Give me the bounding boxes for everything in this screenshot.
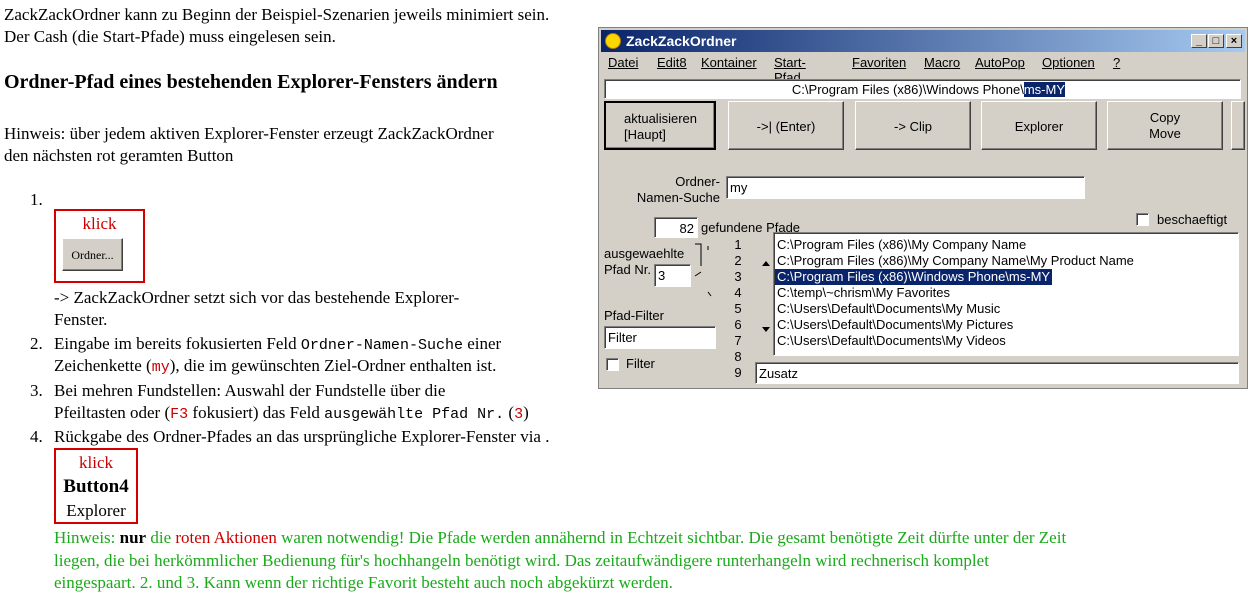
step2-text-1: Eingabe im bereits fokusierten Feld Ordn…: [54, 334, 502, 354]
minimize-icon[interactable]: _: [1191, 34, 1207, 48]
scroll-down-icon[interactable]: [762, 327, 770, 332]
step1-text-1: -> ZackZackOrdner setzt sich vor das bes…: [54, 288, 460, 307]
found-count-field: 82: [654, 217, 698, 238]
current-path-field[interactable]: C:\Program Files (x86)\Windows Phone\ms-…: [604, 79, 1241, 99]
list-scroll-strip[interactable]: [758, 234, 773, 358]
klick-label: klick: [79, 453, 113, 472]
path-list-item[interactable]: C:\temp\~chrism\My Favorites: [777, 285, 950, 301]
menu-item[interactable]: Macro: [924, 55, 960, 70]
path-list-item[interactable]: C:\Users\Default\Documents\My Music: [777, 301, 1000, 317]
row-number: 8: [734, 349, 742, 364]
final-hint-2: liegen, die bei herkömmlicher Bedienung …: [54, 551, 989, 570]
extra-button[interactable]: [1231, 101, 1245, 150]
path-filter-label: Pfad-Filter: [604, 308, 664, 323]
copy-move-button[interactable]: Copy Move: [1107, 101, 1223, 150]
selected-path-number-input[interactable]: 3: [654, 264, 691, 287]
scroll-up-icon[interactable]: [762, 261, 770, 266]
menu-item[interactable]: AutoPop: [975, 55, 1025, 70]
row-number: 5: [734, 301, 742, 316]
ordner-action-box: klick Ordner...: [54, 209, 145, 283]
path-list-item[interactable]: C:\Program Files (x86)\My Company Name: [777, 237, 1026, 253]
step1-text-2: Fenster.: [54, 310, 108, 329]
list-number-3: 3.: [30, 381, 43, 400]
explorer-action-box[interactable]: klick Button4 Explorer: [54, 448, 138, 524]
connector-lines-icon: [694, 243, 712, 297]
menu-item[interactable]: Edit8: [657, 55, 687, 70]
filter-checkbox[interactable]: [606, 358, 619, 371]
step3-text-1: Bei mehren Fundstellen: Auswahl der Fund…: [54, 381, 446, 400]
path-list-item[interactable]: C:\Users\Default\Documents\My Videos: [777, 333, 1006, 349]
filter-checkbox-label: Filter: [626, 356, 655, 371]
hint-line-1: Hinweis: über jedem aktiven Explorer-Fen…: [4, 124, 494, 143]
enter-button[interactable]: ->| (Enter): [728, 101, 844, 150]
search-label-1: Ordner-: [675, 174, 720, 189]
path-list-item[interactable]: C:\Program Files (x86)\Windows Phone\ms-…: [775, 269, 1053, 285]
refresh-button[interactable]: aktualisieren [Haupt]: [604, 101, 716, 150]
explorer-button[interactable]: Explorer: [981, 101, 1097, 150]
intro-line-1: ZackZackOrdner kann zu Beginn der Beispi…: [4, 5, 550, 24]
row-number: 9: [734, 365, 742, 380]
menu-item[interactable]: Favoriten: [852, 55, 906, 70]
button4-label: Button4: [63, 476, 129, 497]
intro-line-2: Der Cash (die Start-Pfade) muss eingeles…: [4, 27, 336, 46]
title-bar[interactable]: ZackZackOrdner _ □ ×: [601, 30, 1245, 52]
path-selected-text: ms-MY: [1023, 82, 1065, 97]
final-hint-1: Hinweis: nur die roten Aktionen waren no…: [54, 528, 1067, 547]
path-list-item[interactable]: C:\Users\Default\Documents\My Pictures: [777, 317, 1013, 333]
path-text: C:\Program Files (x86)\Windows Phone\: [791, 82, 1024, 97]
section-heading: Ordner-Pfad eines bestehenden Explorer-F…: [4, 71, 498, 93]
extra-input[interactable]: Zusatz: [755, 362, 1239, 384]
list-number-2: 2.: [30, 334, 43, 353]
menu-item[interactable]: Optionen: [1042, 55, 1095, 70]
path-list-item[interactable]: C:\Program Files (x86)\My Company Name\M…: [777, 253, 1134, 269]
hint-line-2: den nächsten rot geramten Button: [4, 146, 234, 165]
window-title: ZackZackOrdner: [626, 33, 737, 49]
menu-item[interactable]: Datei: [608, 55, 638, 70]
close-icon[interactable]: ×: [1226, 34, 1242, 48]
step4-text: Rückgabe des Ordner-Pfades an das ursprü…: [54, 427, 550, 446]
row-number: 2: [734, 253, 742, 268]
ordner-button[interactable]: Ordner...: [62, 238, 123, 271]
klick-label: klick: [82, 214, 117, 233]
row-number: 6: [734, 317, 742, 332]
row-number: 1: [734, 237, 742, 252]
list-number-1: 1.: [30, 190, 43, 209]
search-label-2: Namen-Suche: [636, 190, 720, 205]
busy-checkbox[interactable]: [1136, 213, 1149, 226]
list-number-4: 4.: [30, 427, 43, 446]
menu-item[interactable]: ?: [1113, 55, 1120, 70]
row-number: 7: [734, 333, 742, 348]
path-list[interactable]: C:\Program Files (x86)\My Company Name C:…: [773, 232, 1239, 356]
busy-label: beschaeftigt: [1157, 212, 1228, 227]
menu-item[interactable]: Kontainer: [701, 55, 757, 70]
row-number: 3: [734, 269, 742, 284]
explorer-label: Explorer: [66, 501, 126, 520]
final-hint-3: eingespaart. 2. und 3. Kann wenn der ric…: [54, 573, 673, 592]
folder-name-search-input[interactable]: my: [726, 176, 1085, 199]
row-number: 4: [734, 285, 742, 300]
selected-path-label-2: Pfad Nr.: [604, 262, 651, 277]
step2-text-2: Zeichenkette (my), die im gewünschten Zi…: [54, 356, 497, 376]
app-icon: [605, 33, 621, 49]
selected-path-label-1: ausgewaehlte: [604, 246, 685, 261]
step3-text-2: Pfeiltasten oder (F3 fokusiert) das Feld…: [54, 403, 529, 423]
maximize-icon[interactable]: □: [1208, 34, 1224, 48]
path-filter-input[interactable]: Filter: [604, 326, 716, 349]
clip-button[interactable]: -> Clip: [855, 101, 971, 150]
